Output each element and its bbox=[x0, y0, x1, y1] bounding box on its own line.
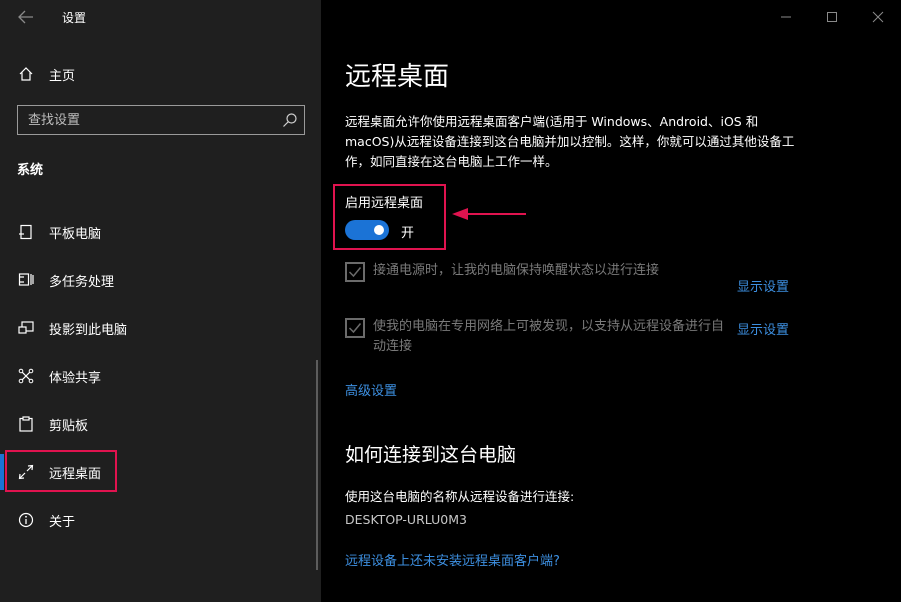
info-icon bbox=[17, 511, 35, 529]
sidebar-item-tablet[interactable]: 平板电脑 bbox=[0, 212, 321, 252]
checkmark-icon bbox=[348, 323, 362, 334]
search-input[interactable] bbox=[28, 112, 278, 129]
toggle-label: 启用远程桌面 bbox=[345, 196, 424, 211]
back-arrow-icon bbox=[18, 10, 33, 24]
close-icon bbox=[872, 11, 884, 23]
minimize-button[interactable] bbox=[763, 0, 809, 34]
page-title: 远程桌面 bbox=[345, 62, 450, 92]
discoverable-checkbox[interactable] bbox=[345, 318, 365, 338]
home-icon bbox=[17, 65, 35, 83]
search-icon[interactable] bbox=[282, 112, 298, 128]
back-button[interactable] bbox=[14, 6, 38, 28]
toggle-knob bbox=[374, 225, 384, 235]
how-to-connect-desc: 使用这台电脑的名称从远程设备进行连接: bbox=[345, 489, 575, 504]
minimize-icon bbox=[781, 16, 791, 18]
sidebar-item-project[interactable]: 投影到此电脑 bbox=[0, 308, 321, 348]
share-icon bbox=[17, 367, 35, 385]
checkmark-icon bbox=[348, 267, 362, 278]
window-controls bbox=[763, 0, 901, 34]
close-button[interactable] bbox=[855, 0, 901, 34]
sidebar-item-remote-desktop[interactable]: 远程桌面 bbox=[0, 452, 321, 492]
keep-awake-checkbox[interactable] bbox=[345, 262, 365, 282]
pc-name: DESKTOP-URLU0M3 bbox=[345, 512, 467, 527]
tablet-icon bbox=[17, 223, 35, 241]
sidebar-item-label: 投影到此电脑 bbox=[49, 322, 128, 338]
sidebar: 设置 主页 系统 平板电脑 多任务处理 投影到此电脑 bbox=[0, 0, 321, 602]
sidebar-scrollbar[interactable] bbox=[316, 360, 318, 570]
section-heading: 系统 bbox=[17, 163, 44, 178]
sidebar-item-label: 剪贴板 bbox=[49, 418, 89, 434]
title-bar: 设置 bbox=[0, 0, 321, 34]
sidebar-item-label: 体验共享 bbox=[49, 370, 102, 386]
sidebar-item-about[interactable]: 关于 bbox=[0, 500, 321, 540]
discoverable-text: 使我的电脑在专用网络上可被发现，以支持从远程设备进行自动连接 bbox=[373, 319, 725, 354]
sidebar-item-home[interactable]: 主页 bbox=[0, 60, 321, 88]
how-to-connect-heading: 如何连接到这台电脑 bbox=[345, 444, 517, 466]
sidebar-item-label: 远程桌面 bbox=[49, 466, 102, 482]
sidebar-item-multitasking[interactable]: 多任务处理 bbox=[0, 260, 321, 300]
show-settings-link-1[interactable]: 显示设置 bbox=[737, 276, 789, 295]
project-icon bbox=[17, 319, 35, 337]
clipboard-icon bbox=[17, 415, 35, 433]
remote-desktop-icon bbox=[17, 463, 35, 481]
client-not-installed-link[interactable]: 远程设备上还未安装远程桌面客户端? bbox=[345, 550, 560, 569]
remote-desktop-toggle[interactable] bbox=[345, 220, 389, 240]
multitasking-icon bbox=[17, 271, 35, 289]
maximize-button[interactable] bbox=[809, 0, 855, 34]
sidebar-item-label: 多任务处理 bbox=[49, 274, 115, 290]
main-panel: 远程桌面 远程桌面允许你使用远程桌面客户端(适用于 Windows、Androi… bbox=[321, 0, 901, 602]
search-box[interactable] bbox=[17, 105, 305, 135]
sidebar-item-label: 平板电脑 bbox=[49, 226, 102, 242]
show-settings-link-2[interactable]: 显示设置 bbox=[737, 319, 789, 338]
page-description: 远程桌面允许你使用远程桌面客户端(适用于 Windows、Android、iOS… bbox=[345, 114, 795, 169]
annotation-arrow-icon bbox=[452, 208, 526, 220]
sidebar-item-share[interactable]: 体验共享 bbox=[0, 356, 321, 396]
advanced-settings-link[interactable]: 高级设置 bbox=[345, 380, 397, 399]
home-label: 主页 bbox=[49, 68, 76, 84]
keep-awake-text: 接通电源时，让我的电脑保持唤醒状态以进行连接 bbox=[373, 263, 660, 278]
maximize-icon bbox=[827, 12, 837, 22]
sidebar-item-label: 关于 bbox=[49, 514, 76, 530]
app-title: 设置 bbox=[62, 11, 87, 25]
sidebar-item-clipboard[interactable]: 剪贴板 bbox=[0, 404, 321, 444]
toggle-state-text: 开 bbox=[401, 226, 415, 241]
